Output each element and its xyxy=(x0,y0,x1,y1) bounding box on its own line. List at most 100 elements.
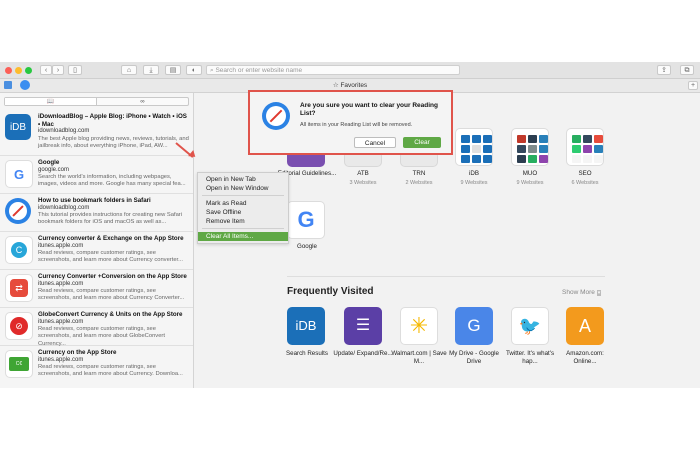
frequent-label: Walmart.com | Save M... xyxy=(391,350,447,365)
favorite-label: SEO xyxy=(578,170,592,177)
zoom-window-button[interactable] xyxy=(25,67,32,74)
google-icon: G xyxy=(5,160,33,188)
address-placeholder: Search or enter website name xyxy=(215,67,303,74)
list-item-desc: Read reviews, compare customer ratings, … xyxy=(38,288,185,302)
list-item-url: itunes.apple.com xyxy=(38,356,84,363)
list-item-title: Currency on the App Store xyxy=(38,349,117,356)
favorite-label: iDB xyxy=(469,170,479,177)
bookmarks-icon[interactable]: ▤ xyxy=(165,65,181,75)
address-bar[interactable]: ⌕ Search or enter website name xyxy=(206,65,460,75)
globeconvert-icon: ⊘ xyxy=(5,312,33,340)
favorite-count: 2 Websites xyxy=(405,180,433,186)
cancel-button[interactable]: Cancel xyxy=(354,137,396,148)
menu-separator xyxy=(202,195,284,196)
favorite-label: ATB xyxy=(357,170,369,177)
favorite-label: TRN xyxy=(412,170,426,177)
walmart-spark-icon[interactable]: ✳ xyxy=(400,307,438,345)
twitter-bird-icon[interactable]: 🐦 xyxy=(511,307,549,345)
currency-conversion-icon: ⇄ xyxy=(5,274,33,302)
list-item-title: How to use bookmark folders in Safari xyxy=(38,197,151,204)
back-button[interactable]: ‹ xyxy=(40,65,52,75)
share-icon[interactable]: ⇪ xyxy=(657,65,671,75)
favorites-title: Favorites xyxy=(340,82,368,89)
list-item-desc: This tutorial provides instructions for … xyxy=(38,212,183,226)
tabs-overview-icon[interactable]: ⧉ xyxy=(680,65,694,75)
reading-list-sidebar: 📖 ∞ iDB iDownloadBlog – Apple Blog: iPho… xyxy=(0,93,194,388)
safari-compass-icon xyxy=(262,102,290,130)
idb-site-tile[interactable]: iDB xyxy=(287,307,325,345)
muo-folder-tile[interactable] xyxy=(511,128,549,166)
close-window-button[interactable] xyxy=(5,67,12,74)
reader-icon[interactable]: ◐ xyxy=(186,65,202,75)
list-item-desc: Read reviews, compare customer ratings, … xyxy=(38,250,183,264)
frequent-label: Twitter. It's what's hap... xyxy=(505,350,555,365)
list-item[interactable]: iDB iDownloadBlog – Apple Blog: iPhone •… xyxy=(0,110,193,156)
favorite-label: MUO xyxy=(522,170,538,177)
dialog-title: Are you sure you want to clear your Read… xyxy=(300,102,438,117)
menu-remove-item[interactable]: Remove Item xyxy=(198,217,288,226)
amazon-tile[interactable]: A xyxy=(566,307,604,345)
frequent-label: My Drive - Google Drive xyxy=(449,350,499,365)
list-item-url: itunes.apple.com xyxy=(38,318,84,325)
list-item[interactable]: G Google google.com Search the world's i… xyxy=(0,156,193,194)
list-item-url: itunes.apple.com xyxy=(38,280,84,287)
list-item-url: idownloadblog.com xyxy=(38,128,90,135)
idb-folder-tile[interactable] xyxy=(455,128,493,166)
menu-mark-as-read[interactable]: Mark as Read xyxy=(198,199,288,208)
show-more-label: Show More xyxy=(562,289,595,296)
favorite-count: 3 Websites xyxy=(349,180,377,186)
favorite-label: Google xyxy=(297,243,317,250)
frequently-visited-heading: Frequently Visited xyxy=(287,286,374,297)
forward-button[interactable]: › xyxy=(52,65,64,75)
frequent-label: Update/ Expand/Re... xyxy=(333,350,393,357)
list-item-title: Currency converter & Exchange on the App… xyxy=(38,235,184,242)
menu-clear-all-items[interactable]: Clear All Items... xyxy=(198,232,288,241)
list-item[interactable]: How to use bookmark folders in Safari id… xyxy=(0,194,193,232)
clear-button[interactable]: Clear xyxy=(403,137,441,148)
menu-open-new-tab[interactable]: Open in New Tab xyxy=(198,175,288,184)
show-more-link[interactable]: Show More ▾ xyxy=(562,289,602,296)
frequent-label: Amazon.com: Online... xyxy=(566,350,604,365)
list-item-desc: Read reviews, compare customer ratings, … xyxy=(38,326,165,347)
currency-converter-icon: C xyxy=(5,236,33,264)
menu-separator xyxy=(202,228,284,229)
list-item-url: idownloadblog.com xyxy=(38,204,90,211)
google-drive-tile[interactable]: G xyxy=(455,307,493,345)
sidebar-segmented-control: 📖 ∞ xyxy=(4,97,189,106)
menu-save-offline[interactable]: Save Offline xyxy=(198,208,288,217)
safari-compass-icon xyxy=(5,198,31,224)
favorite-count: 9 Websites xyxy=(516,180,544,186)
list-item-desc: Read reviews, compare customer ratings, … xyxy=(38,364,183,378)
home-icon[interactable]: ⌂ xyxy=(121,65,137,75)
menu-open-new-window[interactable]: Open in New Window xyxy=(198,184,288,193)
sidebar-toggle-icon[interactable]: ▯ xyxy=(68,65,82,75)
minimize-window-button[interactable] xyxy=(15,67,22,74)
star-icon: ☆ xyxy=(332,82,339,89)
list-item-title: iDownloadBlog – Apple Blog: iPhone • Wat… xyxy=(38,113,187,128)
list-item-title: Google xyxy=(38,159,60,166)
clear-reading-list-dialog: Are you sure you want to clear your Read… xyxy=(248,90,453,155)
dialog-message: All items in your Reading List will be r… xyxy=(300,122,413,128)
list-item-desc: Search the world's information, includin… xyxy=(38,174,186,188)
google-tile[interactable]: G xyxy=(287,201,325,239)
list-item-desc: The best Apple blog providing news, revi… xyxy=(38,135,189,149)
chevron-down-icon: ▾ xyxy=(596,290,602,296)
list-item[interactable]: C Currency converter & Exchange on the A… xyxy=(0,232,193,270)
download-icon[interactable]: ⤓ xyxy=(143,65,159,75)
idb-icon: iDB xyxy=(5,114,31,140)
frequent-label: Search Results xyxy=(286,350,328,357)
favorite-count: 6 Websites xyxy=(571,180,599,186)
list-icon-tile[interactable]: ☰ xyxy=(344,307,382,345)
list-item-title: Currency Converter +Conversion on the Ap… xyxy=(38,273,187,280)
currency-app-icon: C€ xyxy=(5,350,33,378)
list-item[interactable]: ⇄ Currency Converter +Conversion on the … xyxy=(0,270,193,308)
list-item-url: google.com xyxy=(38,166,70,173)
reading-list-tab[interactable]: 📖 xyxy=(5,98,97,105)
list-item[interactable]: ⊘ GlobeConvert Currency & Units on the A… xyxy=(0,308,193,347)
shared-links-tab[interactable]: ∞ xyxy=(97,98,188,105)
list-item[interactable]: C€ Currency on the App Store itunes.appl… xyxy=(0,346,193,388)
seo-folder-tile[interactable] xyxy=(566,128,604,166)
new-tab-button[interactable]: + xyxy=(688,81,698,90)
toolbar: ‹ › ▯ ⌂ ⤓ ▤ ◐ ⌕ Search or enter website … xyxy=(0,62,700,79)
list-item-url: itunes.apple.com xyxy=(38,242,84,249)
